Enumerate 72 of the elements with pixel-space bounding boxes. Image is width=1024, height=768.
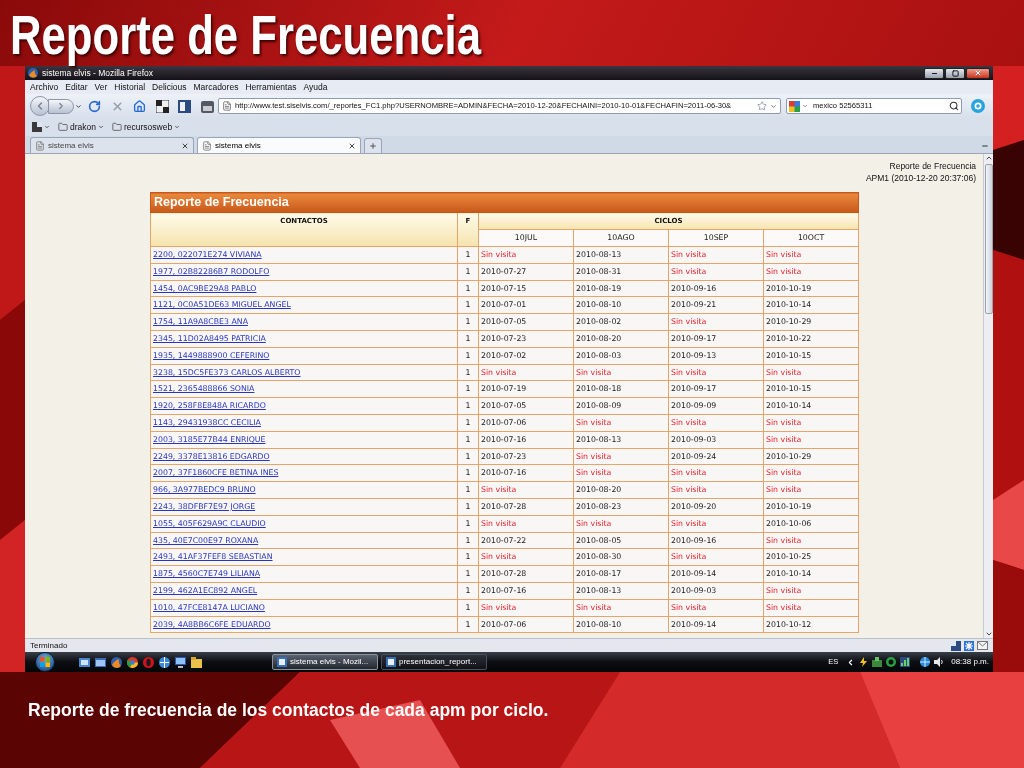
forward-button[interactable] xyxy=(48,98,74,114)
start-button[interactable] xyxy=(35,652,55,672)
close-icon xyxy=(974,69,982,77)
page-header-text: Reporte de Frecuencia xyxy=(889,160,976,172)
menu-item[interactable]: Herramientas xyxy=(245,82,297,92)
clock[interactable]: 08:38 p.m. xyxy=(951,658,989,666)
mail-icon xyxy=(977,641,988,650)
windows-logo-icon xyxy=(40,657,50,667)
ring-icon[interactable] xyxy=(127,656,138,668)
block-icon[interactable] xyxy=(872,657,883,667)
window-icon xyxy=(277,657,287,667)
browser-tab[interactable]: sistema elvis xyxy=(197,137,361,153)
bookmark-menu-icon[interactable] xyxy=(32,122,42,132)
globe-icon xyxy=(28,68,38,78)
desktop-icon[interactable] xyxy=(79,656,90,668)
arrow-up-icon[interactable] xyxy=(984,154,993,162)
star-icon[interactable] xyxy=(757,101,767,111)
menu-item[interactable]: Editar xyxy=(65,82,88,92)
maximize-icon xyxy=(951,69,959,77)
menu-item[interactable]: Historial xyxy=(114,82,146,92)
folder-icon xyxy=(58,122,68,132)
table-title: Reporte de Frecuencia xyxy=(150,192,859,213)
speaker-icon[interactable] xyxy=(934,657,945,667)
menu-item[interactable]: Ayuda xyxy=(303,82,328,92)
page-icon xyxy=(222,101,232,111)
folder-icon[interactable] xyxy=(191,656,202,668)
asterisk-icon xyxy=(964,640,974,651)
ring-icon[interactable] xyxy=(886,657,897,667)
globe-icon[interactable] xyxy=(920,657,931,667)
minimize-button[interactable] xyxy=(924,67,944,79)
maximize-button[interactable] xyxy=(945,67,965,79)
tile-icon[interactable] xyxy=(156,99,169,113)
search-engine-icon xyxy=(789,100,800,112)
caret-icon[interactable] xyxy=(75,102,82,110)
menu-item[interactable]: Ver xyxy=(94,82,108,92)
globe-icon[interactable] xyxy=(111,656,122,668)
home-icon[interactable] xyxy=(133,99,146,113)
close-button[interactable] xyxy=(966,67,990,79)
reload-icon[interactable] xyxy=(88,99,101,113)
arrow-down-icon[interactable] xyxy=(984,630,993,638)
slide-caption: Reporte de frecuencia de los contactos de cada apm por ciclo. xyxy=(28,700,549,720)
close-icon[interactable] xyxy=(348,141,356,150)
bookmark-folder[interactable]: drakon xyxy=(58,122,104,132)
window-icon[interactable] xyxy=(178,99,191,113)
taskbar-button[interactable]: sistema elvis - Mozil... xyxy=(272,654,378,670)
scrollbar-thumb[interactable] xyxy=(984,164,993,314)
page-header-text: APM1 (2010-12-20 20:37:06) xyxy=(865,172,976,184)
page-icon xyxy=(35,140,45,151)
bars-icon[interactable] xyxy=(900,657,911,667)
page-icon xyxy=(202,140,212,151)
menu-item[interactable]: Archivo xyxy=(30,82,59,92)
window-icon xyxy=(386,657,396,667)
status-text: Terminado xyxy=(30,641,68,650)
caret-icon xyxy=(98,124,104,130)
search-icon[interactable] xyxy=(949,101,959,111)
plus-icon xyxy=(369,142,377,150)
taskbar-button[interactable]: presentacion_report... xyxy=(381,654,487,670)
bookmark-folder[interactable]: recursosweb xyxy=(112,122,181,132)
close-icon[interactable] xyxy=(181,141,189,150)
menu-item[interactable]: Marcadores xyxy=(193,82,239,92)
monitor-icon[interactable] xyxy=(175,656,186,668)
window-icon[interactable] xyxy=(95,656,106,668)
back-button[interactable] xyxy=(30,96,50,116)
caret-icon[interactable] xyxy=(44,124,50,130)
caret-icon xyxy=(174,124,181,130)
folder-icon xyxy=(112,122,122,132)
drive-icon[interactable] xyxy=(201,99,214,113)
menu-item[interactable]: Delicious xyxy=(152,82,187,92)
window-title: sistema elvis - Mozilla Firefox xyxy=(42,68,153,78)
browser-tab[interactable]: sistema elvis xyxy=(30,137,194,153)
caret-icon[interactable] xyxy=(770,102,777,110)
lightning-icon[interactable] xyxy=(859,657,869,667)
